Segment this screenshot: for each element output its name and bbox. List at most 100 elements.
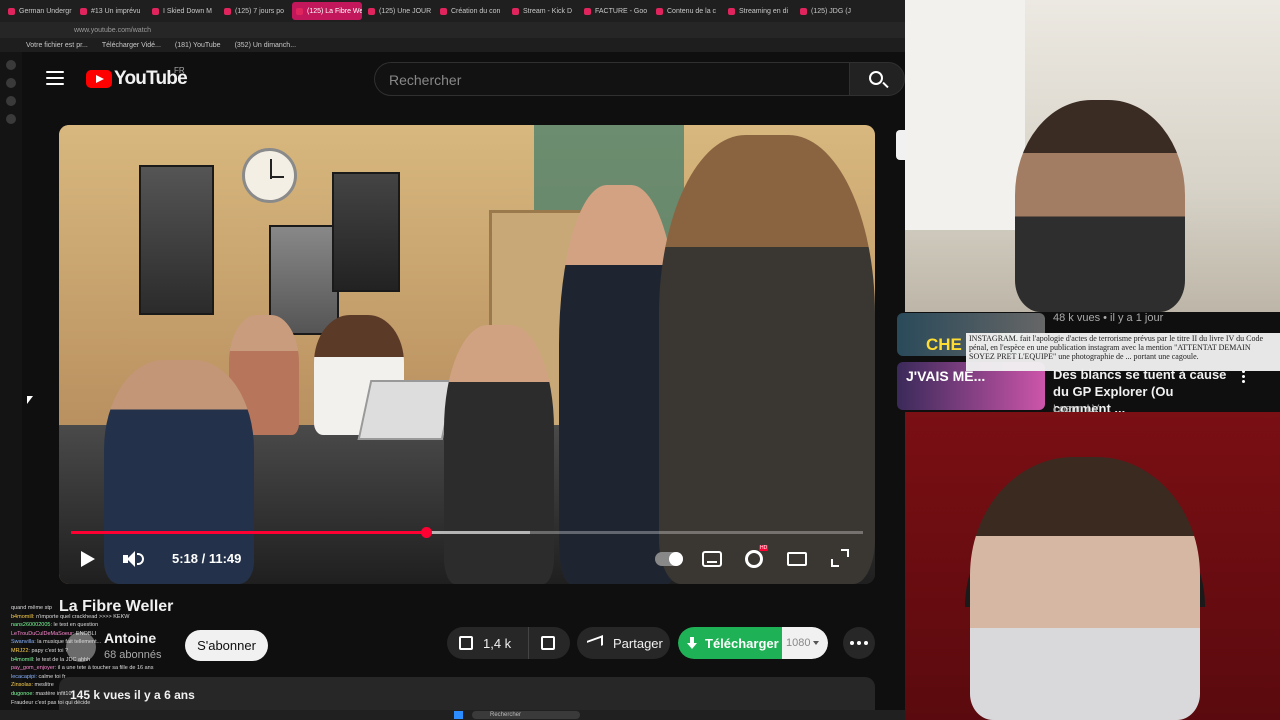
browser-tab[interactable]: Contenu de la c	[652, 2, 722, 20]
address-bar[interactable]: www.youtube.com/watch	[0, 22, 905, 38]
messenger-icon[interactable]	[6, 60, 16, 70]
more-vert-icon[interactable]	[1242, 370, 1245, 383]
chat-text: Fraudeur c'est pas toi qui décide	[11, 699, 91, 706]
chat-message: nans260002005: le test en question	[11, 621, 201, 630]
thumbs-up-icon	[459, 636, 473, 650]
chat-message: Fraudeur c'est pas toi qui décide	[11, 699, 201, 708]
like-count: 1,4 k	[483, 635, 512, 651]
quality-select[interactable]: 1080	[782, 627, 828, 659]
tab-label: Streaming en di	[739, 7, 789, 15]
url-text: www.youtube.com/watch	[74, 26, 152, 34]
tab-label: (125) JDG (J	[811, 7, 852, 15]
bookmarks-bar: Votre fichier est pr... Télécharger Vidé…	[0, 38, 905, 52]
youtube-logo[interactable]: YouTube FR	[86, 66, 188, 90]
share-label: Partager	[613, 635, 663, 651]
chat-text: meslitre	[34, 682, 54, 689]
chat-username: Zinsolas:	[11, 682, 35, 689]
subtitles-icon[interactable]	[702, 551, 722, 567]
video-player[interactable]: 5:18 / 11:49 HD	[59, 125, 875, 584]
browser-tab[interactable]: (125) 7 jours po	[220, 2, 290, 20]
chat-text: quand même stp	[11, 605, 52, 611]
thumbs-down-icon[interactable]	[541, 636, 555, 650]
browser-tab[interactable]: Streaming en di	[724, 2, 794, 20]
share-button[interactable]: Partager	[577, 627, 670, 659]
chat-message: b4momill: le test de la JDC ahhh	[11, 656, 201, 665]
share-arrow-icon	[587, 635, 603, 651]
recommended-meta: 48 k vues • il y a 1 jour	[1053, 312, 1164, 324]
chat-message: LeTrouDuCulDeMaSoeur: ENOBLI	[11, 630, 201, 639]
browser-tab-bar: German Undergr #13 Un imprévu I Skied Down…	[0, 0, 905, 22]
webcam-person	[970, 457, 1200, 720]
search-input[interactable]: Rechercher	[374, 62, 850, 96]
browser-tab[interactable]: German Undergr	[4, 2, 74, 20]
tab-label: German Undergr	[19, 7, 72, 15]
tab-label: (125) La Fibre Weller	[307, 7, 362, 15]
browser-tab[interactable]: Stream - Kick D	[508, 2, 578, 20]
chat-message: dugonoe: mastère infit10	[11, 690, 201, 699]
chat-username: LeTrouDuCulDeMaSoeur:	[11, 630, 76, 637]
tab-favicon-icon	[512, 7, 519, 15]
browser-tab[interactable]: (125) Une JOUR	[364, 2, 434, 20]
history-icon[interactable]	[6, 114, 16, 124]
browser-tab[interactable]: #13 Un imprévu	[76, 2, 146, 20]
chat-text: la musique fait tellement...	[37, 639, 102, 646]
chat-text: le test de la JDC ahhh	[36, 656, 91, 663]
chat-username: pay_gom_enjoyer:	[11, 665, 58, 672]
progress-bar[interactable]	[71, 527, 863, 538]
x-icon[interactable]	[6, 96, 16, 106]
volume-icon[interactable]	[123, 550, 145, 568]
bookmark-item[interactable]: (181) YouTube	[175, 42, 221, 49]
chat-text: calme toi fr	[38, 673, 66, 680]
clock-icon	[242, 148, 297, 203]
windows-taskbar: Rechercher	[0, 710, 905, 720]
time-display: 5:18 / 11:49	[172, 551, 242, 566]
tab-label: I Skied Down M	[163, 7, 213, 15]
tab-favicon-icon	[368, 7, 375, 15]
autoplay-toggle-icon[interactable]	[655, 552, 683, 566]
fullscreen-icon[interactable]	[831, 549, 849, 567]
chat-message: quand même stp	[11, 604, 201, 613]
video-frame-detail	[659, 135, 875, 584]
settings-gear-icon[interactable]	[745, 550, 763, 568]
chat-text: ENOBLI	[75, 630, 97, 637]
windows-start-icon[interactable]	[454, 711, 463, 719]
tab-label: Stream - Kick D	[523, 7, 573, 15]
chat-username: dugonoe:	[11, 690, 36, 697]
like-button[interactable]: 1,4 k	[447, 627, 529, 659]
search-icon	[869, 71, 883, 85]
mouse-cursor-icon	[27, 396, 33, 404]
chat-text: il a une tete à toucher sa fille de 16 a…	[57, 665, 154, 672]
chat-message: b4momill: n'importe quel crackhead >>>> …	[11, 613, 201, 622]
video-frame-detail	[444, 325, 554, 584]
play-icon[interactable]	[81, 551, 95, 567]
bookmark-item[interactable]: Votre fichier est pr...	[26, 42, 88, 49]
download-label: Télécharger	[705, 635, 779, 651]
theater-mode-icon[interactable]	[787, 552, 807, 566]
browser-tab[interactable]: (125) JDG (J	[796, 2, 866, 20]
download-arrow-icon	[687, 637, 697, 649]
logo-region: FR	[174, 66, 185, 75]
browser-tab[interactable]: (125) La Fibre Weller	[292, 2, 362, 20]
chat-text: le test en question	[53, 622, 99, 629]
bookmark-item[interactable]: (352) Un dimanch...	[235, 42, 296, 49]
browser-tab[interactable]: I Skied Down M	[148, 2, 218, 20]
bookmark-item[interactable]: Télécharger Vidé...	[102, 42, 161, 49]
progress-fill	[71, 531, 426, 534]
chat-username: MRJ22:	[11, 647, 32, 654]
video-frame-detail	[332, 172, 400, 292]
search-button[interactable]	[849, 62, 905, 96]
browser-tab[interactable]: Création du con	[436, 2, 506, 20]
taskbar-search[interactable]: Rechercher	[472, 711, 580, 719]
download-button[interactable]: Télécharger	[678, 627, 782, 659]
progress-scrubber[interactable]	[420, 527, 432, 538]
chat-username: b4momill:	[11, 656, 37, 663]
hd-badge: HD	[759, 545, 769, 551]
chat-text: mastère infit10	[35, 690, 72, 697]
menu-icon[interactable]	[46, 71, 64, 85]
browser-tab[interactable]: FACTURE - Goo	[580, 2, 650, 20]
more-actions-button[interactable]	[843, 627, 875, 659]
tab-label: (125) 7 jours po	[235, 7, 285, 15]
tiktok-icon[interactable]	[6, 78, 16, 88]
chat-username: b4momill:	[11, 613, 37, 620]
tab-favicon-icon	[584, 7, 591, 15]
